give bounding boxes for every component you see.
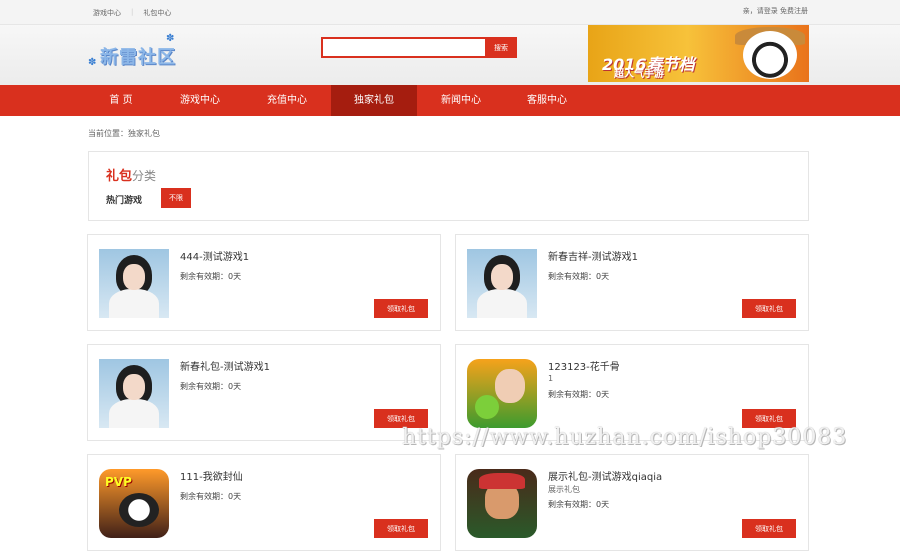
gift-validity: 剩余有效期：0天 — [548, 272, 610, 281]
nav-news-center[interactable]: 新闻中心 — [418, 85, 504, 116]
gift-thumbnail[interactable] — [467, 359, 537, 428]
gift-description: 展示礼包 — [548, 485, 580, 494]
gift-thumbnail[interactable] — [467, 469, 537, 538]
gift-validity: 剩余有效期：0天 — [548, 390, 610, 399]
gift-thumbnail[interactable]: PVP — [99, 469, 169, 538]
gift-card: 新春吉祥-测试游戏1 剩余有效期：0天 领取礼包 — [455, 234, 809, 331]
top-link-game-center[interactable]: 游戏中心 — [93, 8, 131, 18]
gift-name[interactable]: 123123-花千骨 — [548, 358, 620, 373]
promo-banner[interactable]: 2016春节档 超人气手游 — [588, 25, 809, 82]
snowflake-icon: ✽ — [88, 57, 97, 68]
gift-thumbnail[interactable] — [99, 249, 169, 318]
claim-gift-button[interactable]: 领取礼包 — [742, 299, 796, 318]
gift-card: 444-测试游戏1 剩余有效期：0天 领取礼包 — [87, 234, 441, 331]
nav-recharge-center[interactable]: 充值中心 — [244, 85, 330, 116]
main-nav: 首 页 游戏中心 充值中心 独家礼包 新闻中心 客服中心 — [0, 85, 900, 116]
gift-validity: 剩余有效期：0天 — [180, 492, 242, 501]
top-links: 游戏中心 | 礼包中心 — [93, 8, 181, 18]
gift-validity: 剩余有效期：0天 — [180, 382, 242, 391]
gift-category-panel: 礼包分类 热门游戏 不限 — [88, 151, 809, 221]
panda-image — [743, 31, 797, 79]
gift-card: 123123-花千骨 1 剩余有效期：0天 领取礼包 — [455, 344, 809, 441]
claim-gift-button[interactable]: 领取礼包 — [374, 299, 428, 318]
gift-validity: 剩余有效期：0天 — [548, 500, 610, 509]
gift-name[interactable]: 444-测试游戏1 — [180, 248, 249, 263]
gift-thumbnail[interactable] — [99, 359, 169, 428]
search-bar: 搜索 — [321, 37, 517, 58]
filter-all-button[interactable]: 不限 — [161, 188, 191, 208]
claim-gift-button[interactable]: 领取礼包 — [742, 519, 796, 538]
nav-exclusive-gifts[interactable]: 独家礼包 — [331, 85, 417, 116]
claim-gift-button[interactable]: 领取礼包 — [374, 519, 428, 538]
login-register-link[interactable]: 亲，请登录 免费注册 — [743, 6, 808, 16]
gift-description: 1 — [548, 374, 554, 383]
gift-card: 新春礼包-测试游戏1 剩余有效期：0天 领取礼包 — [87, 344, 441, 441]
claim-gift-button[interactable]: 领取礼包 — [374, 409, 428, 428]
gift-card: 展示礼包-测试游戏qiaqia 展示礼包 剩余有效期：0天 领取礼包 — [455, 454, 809, 551]
search-button[interactable]: 搜索 — [485, 37, 517, 58]
hot-games-label: 热门游戏 — [106, 196, 143, 206]
top-bar: 游戏中心 | 礼包中心 亲，请登录 免费注册 — [0, 0, 900, 25]
nav-game-center[interactable]: 游戏中心 — [157, 85, 243, 116]
gift-name[interactable]: 新春吉祥-测试游戏1 — [548, 248, 638, 263]
claim-gift-button[interactable]: 领取礼包 — [742, 409, 796, 428]
category-title-highlight: 礼包 — [106, 169, 133, 184]
site-logo[interactable]: ✽ ✽ 新雷社区 — [88, 33, 188, 73]
gift-card: PVP 111-我欲封仙 剩余有效期：0天 领取礼包 — [87, 454, 441, 551]
banner-subtitle: 超人气手游 — [614, 69, 664, 80]
gift-name[interactable]: 111-我欲封仙 — [180, 468, 243, 483]
search-input[interactable] — [321, 37, 485, 58]
header: ✽ ✽ 新雷社区 搜索 2016春节档 超人气手游 — [0, 25, 900, 85]
breadcrumb: 当前位置：独家礼包 — [88, 129, 160, 138]
nav-service-center[interactable]: 客服中心 — [504, 85, 590, 116]
gift-validity: 剩余有效期：0天 — [180, 272, 242, 281]
logo-text: 新雷社区 — [100, 47, 176, 68]
category-title-rest: 分类 — [132, 169, 157, 183]
gift-name[interactable]: 新春礼包-测试游戏1 — [180, 358, 270, 373]
nav-home[interactable]: 首 页 — [78, 85, 164, 116]
top-link-gift-center[interactable]: 礼包中心 — [133, 8, 181, 18]
gift-thumbnail[interactable] — [467, 249, 537, 318]
category-title: 礼包分类 — [106, 165, 156, 184]
gift-name[interactable]: 展示礼包-测试游戏qiaqia — [548, 468, 662, 483]
